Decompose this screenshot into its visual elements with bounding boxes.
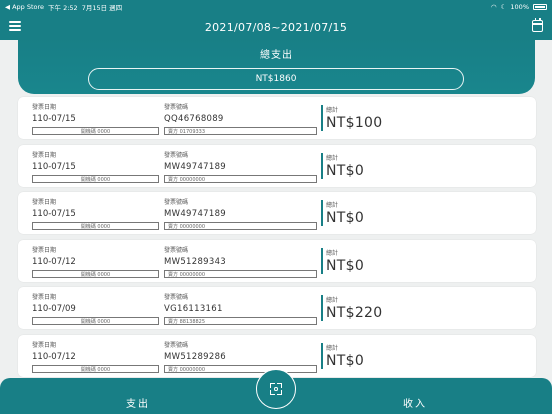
invoice-seller-id: 賣方 00000000 <box>164 175 317 183</box>
status-date: 7月15日 週四 <box>81 4 123 12</box>
invoice-date: 110-07/15 <box>32 162 76 172</box>
total-expense-label: 總支出 <box>260 50 293 61</box>
invoice-number: MW49747189 <box>164 162 227 172</box>
total-expense-amount: NT$1860 <box>88 68 464 90</box>
invoice-number-label: 發票號碼 <box>164 199 189 206</box>
invoice-number: MW51289343 <box>164 257 227 267</box>
invoice-card[interactable]: 發票日期 發票號碼 110-07/15 QQ46768089 開機碼 0000 賣方 01… <box>18 97 536 139</box>
invoice-number: MW49747189 <box>164 209 227 219</box>
invoice-date-label: 發票日期 <box>32 294 57 301</box>
invoice-total-label: 總計 <box>326 297 339 304</box>
invoice-seller-id: 賣方 00000000 <box>164 365 317 373</box>
invoice-total-label: 總計 <box>326 345 339 352</box>
invoice-date: 110-07/15 <box>32 209 76 219</box>
invoice-seller-id: 賣方 00000000 <box>164 270 317 278</box>
invoice-date: 110-07/12 <box>32 352 76 362</box>
calendar-icon[interactable] <box>532 18 543 32</box>
status-time: 下午 2:52 <box>48 4 78 12</box>
moon-icon: ☾ <box>500 3 507 11</box>
invoice-date: 110-07/09 <box>32 304 76 314</box>
status-bar: ◀ App Store 下午 2:52 7月15日 週四 ◠ ☾ 100% <box>0 0 552 14</box>
invoice-total-label: 總計 <box>326 202 339 209</box>
total-divider <box>321 343 323 369</box>
invoice-number: MW51289286 <box>164 352 227 362</box>
invoice-date: 110-07/12 <box>32 257 76 267</box>
invoice-total: NT$0 <box>326 353 365 369</box>
summary-panel: 總支出 NT$1860 <box>18 38 535 94</box>
invoice-number-label: 發票號碼 <box>164 104 189 111</box>
wifi-icon: ◠ <box>490 3 497 11</box>
invoice-number-label: 發票號碼 <box>164 294 189 301</box>
invoice-random-code: 開機碼 0000 <box>32 127 159 135</box>
total-divider <box>321 105 323 131</box>
invoice-random-code: 開機碼 0000 <box>32 270 159 278</box>
invoice-random-code: 開機碼 0000 <box>32 365 159 373</box>
invoice-seller-id: 賣方 00000000 <box>164 222 317 230</box>
invoice-random-code: 開機碼 0000 <box>32 175 159 183</box>
battery-percent: 100% <box>510 3 529 11</box>
tab-expense[interactable]: 支出 <box>126 395 150 410</box>
hamburger-icon[interactable] <box>9 21 21 31</box>
invoice-total: NT$0 <box>326 163 365 179</box>
invoice-total-label: 總計 <box>326 250 339 257</box>
invoice-card[interactable]: 發票日期 發票號碼 110-07/15 MW49747189 開機碼 0000 賣方 00… <box>18 192 536 234</box>
invoice-total-label: 總計 <box>326 155 339 162</box>
invoice-card[interactable]: 發票日期 發票號碼 110-07/12 MW51289343 開機碼 0000 賣方 00… <box>18 240 536 282</box>
invoice-date-label: 發票日期 <box>32 247 57 254</box>
invoice-seller-id: 賣方 88138825 <box>164 317 317 325</box>
invoice-random-code: 開機碼 0000 <box>32 222 159 230</box>
invoice-random-code: 開機碼 0000 <box>32 317 159 325</box>
invoice-number: QQ46768089 <box>164 114 224 124</box>
back-to-app-store[interactable]: ◀ App Store <box>5 3 44 11</box>
invoice-total: NT$220 <box>326 305 383 321</box>
invoice-card[interactable]: 發票日期 發票號碼 110-07/15 MW49747189 開機碼 0000 賣方 00… <box>18 145 536 187</box>
invoice-number: VG16113161 <box>164 304 223 314</box>
total-divider <box>321 295 323 321</box>
invoice-date-label: 發票日期 <box>32 152 57 159</box>
invoice-number-label: 發票號碼 <box>164 342 189 349</box>
invoice-date-label: 發票日期 <box>32 199 57 206</box>
invoice-date-label: 發票日期 <box>32 342 57 349</box>
invoice-total-label: 總計 <box>326 107 339 114</box>
battery-icon <box>533 4 547 10</box>
invoice-card[interactable]: 發票日期 發票號碼 110-07/09 VG16113161 開機碼 0000 賣方 88… <box>18 287 536 329</box>
invoice-total: NT$0 <box>326 210 365 226</box>
tab-income[interactable]: 收入 <box>403 395 427 410</box>
date-range-title: 2021/07/08~2021/07/15 <box>204 20 348 34</box>
app-header: 2021/07/08~2021/07/15 <box>0 14 552 40</box>
total-divider <box>321 200 323 226</box>
invoice-number-label: 發票號碼 <box>164 247 189 254</box>
total-divider <box>321 153 323 179</box>
invoice-date-label: 發票日期 <box>32 104 57 111</box>
invoice-total: NT$0 <box>326 258 365 274</box>
invoice-date: 110-07/15 <box>32 114 76 124</box>
invoice-number-label: 發票號碼 <box>164 152 189 159</box>
invoice-total: NT$100 <box>326 115 383 131</box>
invoice-seller-id: 賣方 01709333 <box>164 127 317 135</box>
scan-button[interactable] <box>256 369 296 409</box>
total-divider <box>321 248 323 274</box>
